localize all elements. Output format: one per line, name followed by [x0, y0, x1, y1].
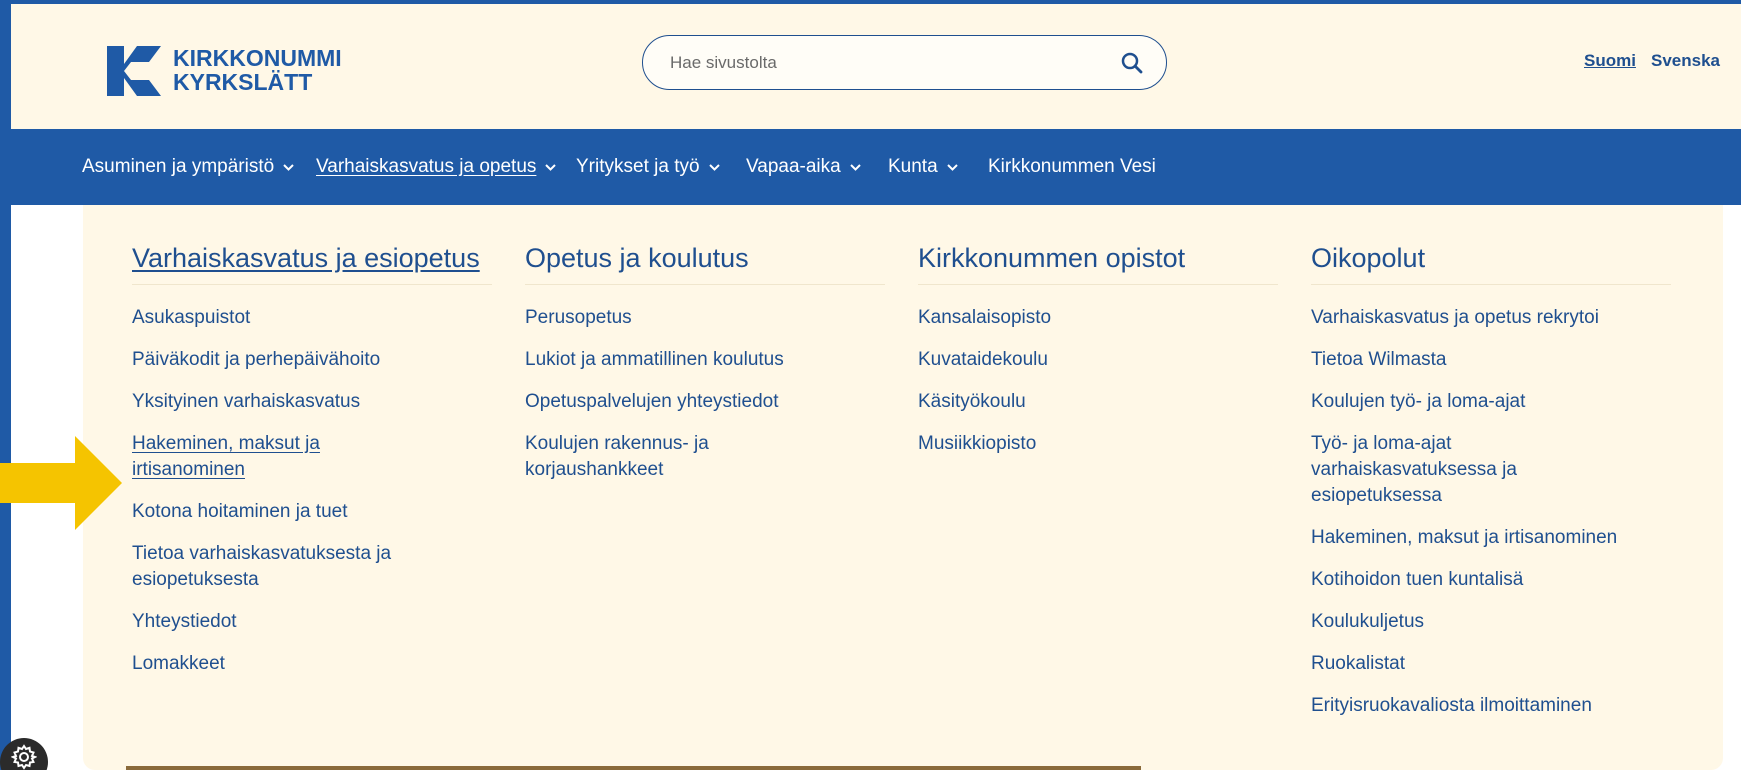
menu-link[interactable]: Tietoa Wilmasta [1311, 347, 1671, 373]
gear-icon [11, 744, 37, 770]
menu-link[interactable]: Opetuspalvelujen yhteystiedot [525, 389, 885, 415]
menu-link[interactable]: Musiikkiopisto [918, 431, 1278, 457]
menu-link[interactable]: Yksityinen varhaiskasvatus [132, 389, 492, 415]
chevron-down-icon [946, 163, 958, 171]
mega-column-list: Asukaspuistot Päiväkodit ja perhepäiväho… [132, 305, 492, 677]
menu-link[interactable]: Työ- ja loma-ajat varhaiskasvatuksessa j… [1311, 431, 1541, 509]
menu-link[interactable]: Varhaiskasvatus ja opetus rekrytoi [1311, 305, 1671, 331]
search-box [642, 35, 1167, 90]
chevron-down-icon [850, 163, 861, 171]
chevron-down-icon [545, 163, 557, 171]
main-navigation: Asuminen ja ympäristö Varhaiskasvatus ja… [11, 129, 1741, 205]
nav-item-asuminen[interactable]: Asuminen ja ympäristö [82, 129, 294, 205]
nav-item-label: Vapaa-aika [746, 156, 841, 177]
nav-item-varhaiskasvatus[interactable]: Varhaiskasvatus ja opetus [316, 129, 557, 205]
menu-link[interactable]: Koulujen työ- ja loma-ajat [1311, 389, 1671, 415]
menu-link[interactable]: Koulujen rakennus- ja korjaushankkeet [525, 431, 745, 483]
search-button[interactable] [1118, 49, 1146, 77]
nav-item-vapaa-aika[interactable]: Vapaa-aika [746, 129, 861, 205]
nav-item-label: Yritykset ja työ [576, 156, 700, 177]
menu-link[interactable]: Kansalaisopisto [918, 305, 1278, 331]
menu-link[interactable]: Kotona hoitaminen ja tuet [132, 499, 492, 525]
mega-column-heading: Oikopolut [1311, 245, 1671, 285]
nav-item-label: Asuminen ja ympäristö [82, 156, 275, 177]
mega-column-list: Perusopetus Lukiot ja ammatillinen koulu… [525, 305, 885, 483]
search-icon [1121, 52, 1143, 73]
nav-item-yritykset[interactable]: Yritykset ja työ [576, 129, 720, 205]
menu-link-hakeminen[interactable]: Hakeminen, maksut ja irtisanominen [132, 431, 362, 483]
mega-column-opetus: Opetus ja koulutus Perusopetus Lukiot ja… [525, 245, 885, 499]
nav-item-kunta[interactable]: Kunta [888, 129, 958, 205]
page: KIRKKONUMMI KYRKSLÄTT Suomi Svenska Asum… [11, 4, 1741, 770]
menu-link[interactable]: Lomakkeet [132, 651, 492, 677]
menu-link[interactable]: Lukiot ja ammatillinen koulutus [525, 347, 885, 373]
nav-item-label: Kirkkonummen Vesi [988, 156, 1156, 177]
hero-image-edge [126, 766, 1141, 770]
nav-item-label: Varhaiskasvatus ja opetus [316, 156, 537, 177]
chevron-down-icon [708, 163, 720, 171]
mega-column-opistot: Kirkkonummen opistot Kansalaisopisto Kuv… [918, 245, 1278, 473]
menu-link[interactable]: Ruokalistat [1311, 651, 1671, 677]
language-link-svenska[interactable]: Svenska [1651, 51, 1720, 71]
menu-link[interactable]: Asukaspuistot [132, 305, 492, 331]
logo-text-fi: KIRKKONUMMI [173, 46, 342, 71]
chevron-down-icon [283, 163, 294, 171]
menu-link[interactable]: Tietoa varhaiskasvatuksesta ja esiopetuk… [132, 541, 402, 593]
menu-link[interactable]: Päiväkodit ja perhepäivähoito [132, 347, 492, 373]
nav-item-label: Kunta [888, 156, 938, 177]
menu-link[interactable]: Perusopetus [525, 305, 885, 331]
nav-item-kirkkonummen-vesi[interactable]: Kirkkonummen Vesi [988, 129, 1156, 205]
menu-link[interactable]: Kotihoidon tuen kuntalisä [1311, 567, 1671, 593]
mega-column-heading: Opetus ja koulutus [525, 245, 885, 285]
arrow-right-icon [0, 436, 122, 530]
menu-link[interactable]: Koulukuljetus [1311, 609, 1671, 635]
mega-column-oikopolut: Oikopolut Varhaiskasvatus ja opetus rekr… [1311, 245, 1671, 735]
site-header: KIRKKONUMMI KYRKSLÄTT Suomi Svenska [11, 4, 1741, 129]
menu-link[interactable]: Käsityökoulu [918, 389, 1278, 415]
menu-link[interactable]: Erityisruokavaliosta ilmoittaminen [1311, 693, 1671, 719]
language-link-suomi[interactable]: Suomi [1584, 51, 1636, 71]
mega-column-list: Varhaiskasvatus ja opetus rekrytoi Tieto… [1311, 305, 1671, 719]
menu-link[interactable]: Kuvataidekoulu [918, 347, 1278, 373]
mega-column-heading[interactable]: Varhaiskasvatus ja esiopetus [132, 245, 492, 285]
logo-text-sv: KYRKSLÄTT [173, 69, 312, 95]
kirkkonummi-logo[interactable]: KIRKKONUMMI KYRKSLÄTT [107, 45, 427, 96]
search-input[interactable] [670, 52, 1118, 73]
mega-column-varhaiskasvatus: Varhaiskasvatus ja esiopetus Asukaspuist… [132, 245, 492, 693]
menu-link[interactable]: Yhteystiedot [132, 609, 492, 635]
mega-column-heading: Kirkkonummen opistot [918, 245, 1278, 285]
mega-menu-panel: Varhaiskasvatus ja esiopetus Asukaspuist… [83, 205, 1723, 770]
menu-link[interactable]: Hakeminen, maksut ja irtisanominen [1311, 525, 1671, 551]
mega-column-list: Kansalaisopisto Kuvataidekoulu Käsityöko… [918, 305, 1278, 457]
